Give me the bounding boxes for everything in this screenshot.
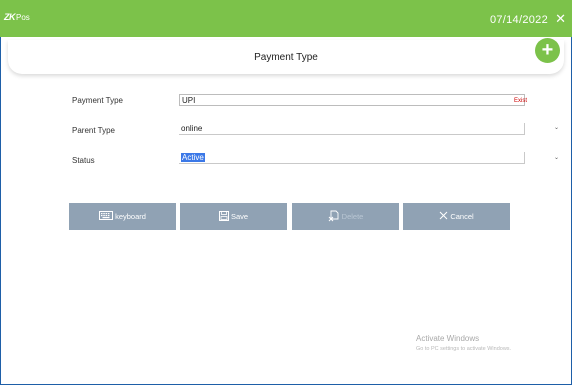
payment-type-label: Payment Type xyxy=(72,96,123,105)
save-icon xyxy=(218,210,229,223)
delete-icon xyxy=(328,210,340,224)
activate-windows-subtitle: Go to PC settings to activate Windows. xyxy=(416,346,512,352)
keyboard-icon xyxy=(99,211,114,222)
status-value: Active xyxy=(181,153,205,162)
cancel-button-label: Cancel xyxy=(450,212,474,221)
parent-type-label: Parent Type xyxy=(72,126,115,135)
app-logo: ZK Pos xyxy=(4,10,30,24)
keyboard-button[interactable]: keyboard xyxy=(69,203,176,230)
status-label: Status xyxy=(72,156,95,165)
add-button[interactable]: + xyxy=(535,38,560,63)
chevron-down-icon[interactable]: ⌄ xyxy=(554,124,559,131)
parent-type-select[interactable]: online xyxy=(179,123,525,135)
close-icon[interactable]: ✕ xyxy=(555,12,566,25)
page-title: Payment Type xyxy=(254,52,318,63)
save-button-label: Save xyxy=(230,212,249,221)
top-bar: ZK Pos 07/14/2022 ✕ xyxy=(0,0,572,37)
status-select[interactable]: Active xyxy=(179,152,525,164)
activate-windows-title: Activate Windows xyxy=(416,334,480,343)
cancel-button[interactable]: Cancel xyxy=(403,203,510,230)
close-icon xyxy=(439,211,448,222)
exist-error: Exist xyxy=(514,98,528,104)
logo-zk: ZK xyxy=(4,12,16,22)
keyboard-button-label: keyboard xyxy=(115,212,146,221)
delete-button[interactable]: Delete xyxy=(292,203,399,230)
save-button[interactable]: Save xyxy=(180,203,287,230)
delete-button-label: Delete xyxy=(341,212,364,221)
header-panel: Payment Type xyxy=(8,40,564,74)
payment-type-input[interactable]: UPI xyxy=(179,94,525,106)
chevron-down-icon[interactable]: ⌄ xyxy=(554,154,559,161)
date-label: 07/14/2022 xyxy=(489,14,548,26)
logo-pos: Pos xyxy=(16,12,30,22)
parent-type-value: online xyxy=(181,124,203,133)
